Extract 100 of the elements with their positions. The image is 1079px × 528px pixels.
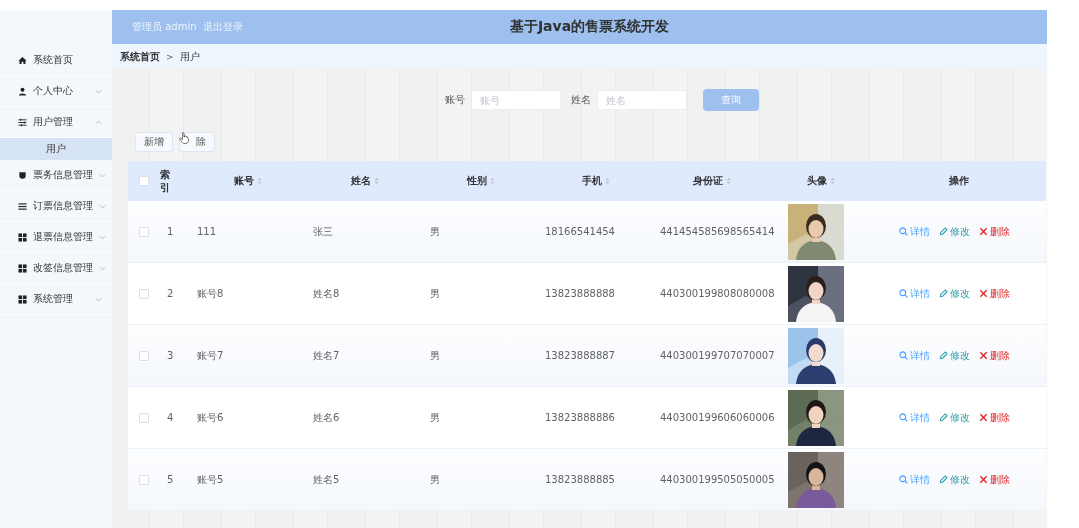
sliders-icon <box>18 117 27 127</box>
column-header: 账号 <box>234 174 254 188</box>
id-cell: 440300199707070007 <box>660 350 775 361</box>
column-header: 操作 <box>948 174 969 188</box>
hand-cursor-icon <box>179 132 189 144</box>
search-icon <box>899 351 908 360</box>
sidebar-label: 个人中心 <box>33 84 74 98</box>
list-icon <box>18 201 27 211</box>
field-label: 账号 <box>445 93 465 107</box>
select-all-checkbox[interactable] <box>139 176 149 186</box>
search-icon <box>899 413 908 422</box>
index-cell: 3 <box>167 350 174 361</box>
column-header: 身份证 <box>693 174 723 188</box>
search-icon <box>899 227 908 236</box>
name-cell: 姓名6 <box>313 410 340 425</box>
details-link[interactable]: 详情 <box>899 348 930 363</box>
close-icon <box>979 475 988 484</box>
close-icon <box>979 227 988 236</box>
phone-cell: 13823888887 <box>545 350 615 361</box>
column-header: 索引 <box>160 168 171 194</box>
account-cell: 账号7 <box>197 348 224 363</box>
grid-icon <box>18 263 27 273</box>
gender-cell: 男 <box>430 410 440 425</box>
grid-icon <box>18 232 27 242</box>
edit-link[interactable]: 修改 <box>939 286 970 301</box>
name-cell: 姓名5 <box>313 472 340 487</box>
details-link[interactable]: 详情 <box>899 224 930 239</box>
delete-link[interactable]: 删除 <box>979 410 1010 425</box>
home-icon <box>18 55 27 65</box>
name-cell: 姓名7 <box>313 348 340 363</box>
pencil-icon <box>939 227 948 236</box>
pencil-icon <box>939 413 948 422</box>
phone-cell: 13823888885 <box>545 474 615 485</box>
sort-icon[interactable] <box>726 177 731 185</box>
row-checkbox[interactable] <box>139 412 149 423</box>
sort-icon[interactable] <box>604 177 610 185</box>
column-header: 性别 <box>466 174 487 188</box>
sidebar-label: 系统首页 <box>33 53 74 67</box>
details-link[interactable]: 详情 <box>899 472 930 487</box>
phone-cell: 13823888886 <box>545 412 615 423</box>
delete-link[interactable]: 删除 <box>979 224 1010 239</box>
person-icon <box>18 86 27 96</box>
index-cell: 5 <box>167 474 174 485</box>
breadcrumb-link[interactable]: 用户 <box>179 49 200 64</box>
name-cell: 张三 <box>313 224 333 239</box>
pencil-icon <box>939 475 948 484</box>
app-title: 基于Java的售票系统开发 <box>509 18 670 36</box>
sort-icon[interactable] <box>373 177 379 185</box>
close-icon <box>979 413 988 422</box>
sort-icon[interactable] <box>830 177 835 185</box>
row-checkbox[interactable] <box>139 226 149 237</box>
sidebar-label: 系统管理 <box>33 292 74 306</box>
index-cell: 4 <box>167 412 174 423</box>
close-icon <box>979 289 988 298</box>
field-label: 姓名 <box>571 93 591 107</box>
add-button[interactable]: 新增 <box>135 132 173 152</box>
delete-link[interactable]: 删除 <box>979 286 1010 301</box>
edit-link[interactable]: 修改 <box>939 224 970 239</box>
gender-cell: 男 <box>430 348 440 363</box>
details-link[interactable]: 详情 <box>899 286 930 301</box>
delete-button[interactable]: 除 <box>179 132 215 152</box>
pencil-icon <box>939 289 948 298</box>
gender-cell: 男 <box>430 286 440 301</box>
name-cell: 姓名8 <box>313 286 340 301</box>
id-cell: 440300199808080008 <box>660 288 775 299</box>
account-cell: 账号6 <box>197 410 224 425</box>
edit-link[interactable]: 修改 <box>939 472 970 487</box>
edit-link[interactable]: 修改 <box>939 410 970 425</box>
account-cell: 账号8 <box>197 286 224 301</box>
column-header: 姓名 <box>350 174 371 188</box>
id-cell: 440300199606060006 <box>660 412 775 423</box>
search-icon <box>899 289 908 298</box>
phone-cell: 13823888888 <box>545 288 615 299</box>
id-cell: 441454585698565414 <box>660 226 775 237</box>
search-icon <box>899 475 908 484</box>
gender-cell: 男 <box>430 472 440 487</box>
admin-label: 管理员 admin <box>132 20 197 34</box>
sort-icon[interactable] <box>489 177 495 185</box>
breadcrumb-link[interactable]: 系统首页 <box>120 49 160 64</box>
row-checkbox[interactable] <box>139 288 149 299</box>
sidebar-label: 订票信息管理 <box>33 199 93 213</box>
grid-icon <box>18 294 27 304</box>
row-checkbox[interactable] <box>139 474 149 485</box>
row-checkbox[interactable] <box>139 350 149 361</box>
phone-cell: 18166541454 <box>545 226 615 237</box>
column-header: 头像 <box>807 174 827 188</box>
pencil-icon <box>939 351 948 360</box>
sidebar-label: 票务信息管理 <box>33 168 93 182</box>
sort-icon[interactable] <box>257 177 262 185</box>
sidebar-subitem[interactable]: 用户 <box>0 138 112 160</box>
sidebar-label: 用户管理 <box>33 115 74 129</box>
account-cell: 111 <box>197 226 217 237</box>
delete-link[interactable]: 删除 <box>979 472 1010 487</box>
breadcrumb-separator: > <box>166 51 174 62</box>
account-cell: 账号5 <box>197 472 224 487</box>
details-link[interactable]: 详情 <box>899 410 930 425</box>
edit-link[interactable]: 修改 <box>939 348 970 363</box>
delete-link[interactable]: 删除 <box>979 348 1010 363</box>
gender-cell: 男 <box>430 224 440 239</box>
sidebar-label: 退票信息管理 <box>33 230 93 244</box>
